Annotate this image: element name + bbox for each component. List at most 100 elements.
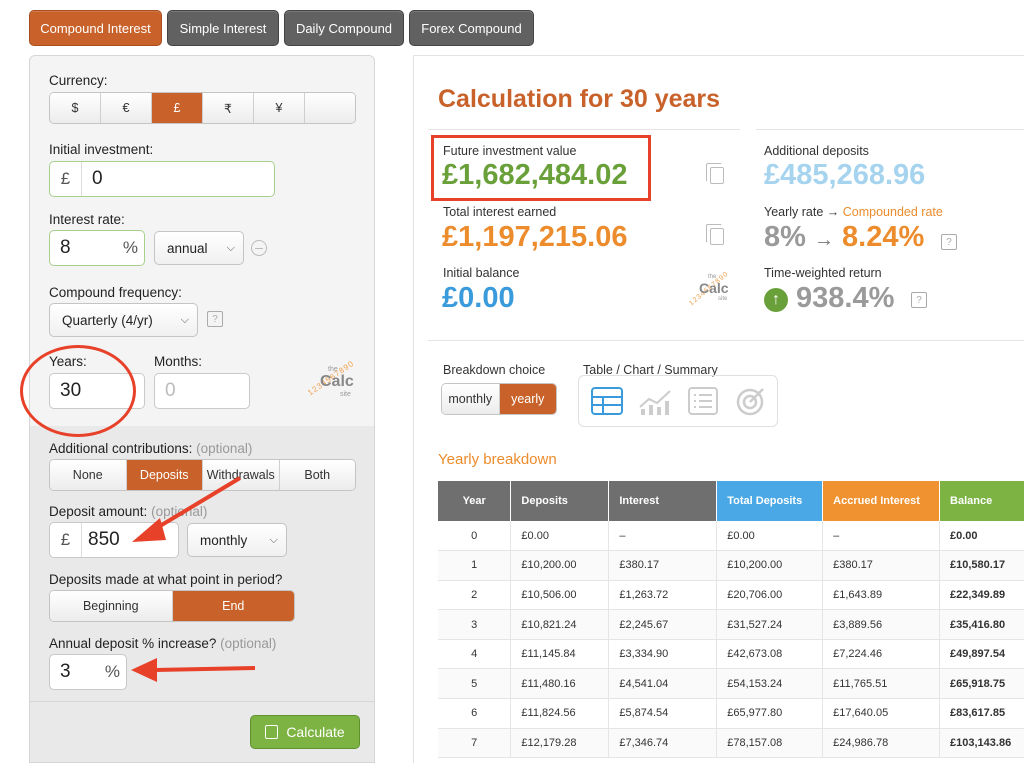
interest-rate-field[interactable]: 8 % (49, 230, 145, 266)
table-row: 6 £11,824.56 £5,874.54 £65,977.80 £17,640.05… (438, 698, 1024, 729)
chevron-down-icon: ⌵ (269, 533, 278, 546)
deposit-increase-input[interactable]: 3 (50, 661, 71, 683)
target-summary-icon[interactable] (727, 385, 775, 417)
twr-value: 938.4% (796, 282, 895, 314)
table-cell-total-deposits: £54,153.24 (716, 668, 824, 700)
contrib-both[interactable]: Both (279, 460, 355, 490)
currency-other[interactable] (305, 93, 355, 123)
chevron-down-icon: ⌵ (180, 313, 189, 326)
table-cell-accrued-interest: – (822, 521, 941, 552)
compounded-rate-label: Compounded rate (842, 205, 943, 219)
currency-gbp[interactable]: £ (152, 93, 203, 123)
table-cell-total-deposits: £0.00 (716, 521, 824, 552)
column-header-deposits: Deposits (510, 481, 610, 521)
tab-simple-interest[interactable]: Simple Interest (167, 10, 279, 46)
contrib-none[interactable]: None (50, 460, 127, 490)
chevron-down-icon: ⌵ (226, 241, 235, 254)
table-cell-interest: £380.17 (608, 550, 718, 581)
deposit-amount-input[interactable]: 850 (82, 529, 120, 551)
table-cell-year: 6 (438, 698, 512, 729)
summary-list-icon[interactable] (679, 385, 727, 417)
rate-period-select[interactable]: annual ⌵ (154, 231, 244, 265)
table-view-icon[interactable] (583, 385, 631, 417)
additional-deposits-value: £485,268.96 (764, 159, 926, 191)
frequency-help-icon[interactable]: ? (207, 311, 223, 327)
table-cell-deposits: £11,824.56 (510, 698, 610, 729)
deposit-increase-field[interactable]: 3 % (49, 654, 127, 690)
calculate-button[interactable]: Calculate (250, 715, 360, 749)
currency-jpy[interactable]: ¥ (254, 93, 305, 123)
percent-unit: % (104, 662, 120, 681)
table-cell-balance: £103,143.86 (939, 728, 1024, 759)
table-cell-deposits: £0.00 (510, 521, 610, 552)
compound-frequency-label: Compound frequency: (49, 285, 182, 300)
table-row: 1 £10,200.00 £380.17 £10,200.00 £380.17 £10,5… (438, 550, 1024, 581)
annotation-arrow-deposit (132, 476, 242, 542)
remove-rate-icon[interactable] (251, 240, 267, 256)
initial-investment-field[interactable]: £ 0 (49, 161, 275, 197)
months-field[interactable]: 0 (154, 373, 250, 409)
column-header-balance: Balance (939, 481, 1024, 521)
tab-forex-compound[interactable]: Forex Compound (409, 10, 534, 46)
compound-frequency-select[interactable]: Quarterly (4/yr) ⌵ (49, 303, 198, 337)
calculator-icon (265, 725, 279, 739)
view-choice-group (578, 375, 778, 427)
breakdown-monthly[interactable]: monthly (442, 384, 500, 414)
timing-beginning[interactable]: Beginning (50, 591, 173, 621)
table-cell-total-deposits: £65,977.80 (716, 698, 824, 729)
currency-usd[interactable]: $ (50, 93, 101, 123)
twr-help-icon[interactable]: ? (911, 292, 927, 308)
increase-label-text: Annual deposit % increase? (49, 636, 217, 651)
tab-daily-compound[interactable]: Daily Compound (284, 10, 404, 46)
table-cell-deposits: £10,821.24 (510, 609, 610, 640)
table-cell-year: 3 (438, 609, 512, 640)
timing-end[interactable]: End (172, 591, 294, 621)
deposit-timing-label: Deposits made at what point in period? (49, 572, 283, 587)
annotation-box (431, 135, 651, 201)
total-interest-value: £1,197,215.06 (442, 221, 628, 253)
table-row: 7 £12,179.28 £7,346.74 £78,157.08 £24,986.78… (438, 728, 1024, 759)
interest-rate-input[interactable]: 8 (50, 237, 71, 259)
months-input[interactable]: 0 (155, 380, 176, 402)
optional-hint: (optional) (196, 441, 253, 456)
results-title: Calculation for 30 years (438, 85, 721, 113)
annotation-circle (20, 345, 136, 437)
yearly-rate-label: Yearly rate → Compounded rate (764, 205, 943, 219)
divider (30, 701, 374, 702)
deposit-currency-prefix: £ (50, 523, 82, 557)
table-cell-deposits: £11,145.84 (510, 639, 610, 670)
initial-currency-prefix: £ (50, 162, 82, 196)
table-cell-balance: £0.00 (939, 521, 1024, 552)
table-row: 0 £0.00– £0.00– £0.00 (438, 521, 1024, 552)
table-cell-accrued-interest: £7,224.46 (822, 639, 941, 670)
interest-rate-label: Interest rate: (49, 212, 125, 227)
annotation-arrow-increase (131, 658, 256, 682)
logo-the: the (328, 366, 338, 373)
divider (428, 129, 740, 130)
chart-view-icon[interactable] (631, 385, 679, 417)
table-cell-deposits: £10,506.00 (510, 580, 610, 611)
table-cell-deposits: £11,480.16 (510, 668, 610, 700)
table-cell-interest: £4,541.04 (608, 668, 718, 700)
compounded-rate-value: 8.24% (842, 221, 925, 253)
copy-icon[interactable] (706, 163, 724, 184)
table-row: 5 £11,480.16 £4,541.04 £54,153.24 £11,765.51… (438, 668, 1024, 700)
tab-compound-interest[interactable]: Compound Interest (29, 10, 162, 46)
twr-label: Time-weighted return (764, 266, 882, 280)
table-cell-interest: £5,874.54 (608, 698, 718, 729)
arrow-right-icon: → (813, 229, 834, 251)
logo-site: site (718, 296, 728, 302)
breakdown-toggle: monthly yearly (441, 383, 557, 415)
table-cell-total-deposits: £42,673.08 (716, 639, 824, 670)
initial-balance-value: £0.00 (442, 282, 515, 314)
total-interest-label: Total interest earned (443, 205, 557, 219)
currency-inr[interactable]: ₹ (203, 93, 254, 123)
currency-eur[interactable]: € (101, 93, 152, 123)
breakdown-yearly[interactable]: yearly (499, 384, 556, 414)
initial-investment-input[interactable]: 0 (82, 168, 103, 190)
table-cell-accrued-interest: £24,986.78 (822, 728, 941, 759)
copy-icon[interactable] (706, 224, 724, 245)
yearly-breakdown-title: Yearly breakdown (438, 451, 557, 468)
rate-period-value: annual (167, 240, 208, 256)
rate-help-icon[interactable]: ? (941, 234, 957, 250)
